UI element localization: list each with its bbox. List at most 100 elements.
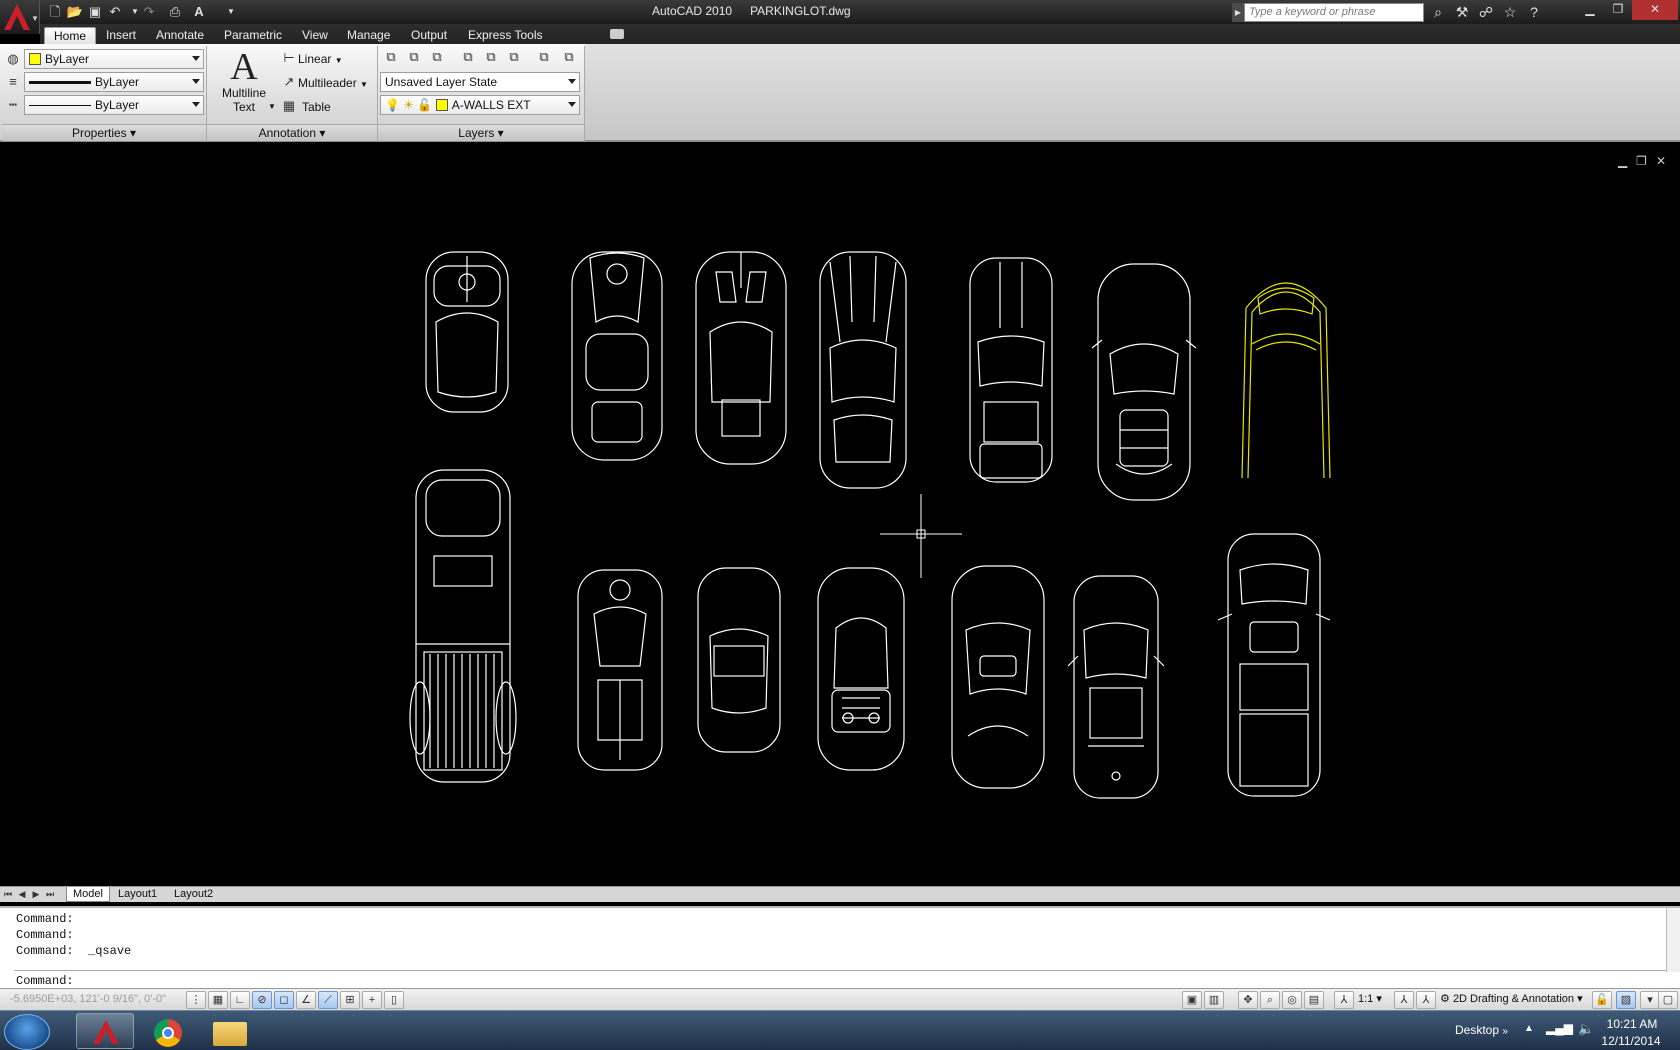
vehicle[interactable] (695, 251, 787, 465)
drawing-minimize-icon[interactable]: ▁ (1618, 154, 1627, 168)
vehicle[interactable] (425, 251, 509, 413)
layer-isolate-icon[interactable]: ⧉ (459, 48, 477, 66)
vehicle[interactable] (951, 565, 1045, 789)
dynamic-input-button[interactable]: ⊞ (340, 991, 360, 1009)
tab-annotate[interactable]: Annotate (147, 27, 213, 44)
layer-previous-icon[interactable]: ⧉ (428, 48, 446, 66)
pan-icon[interactable]: ✥ (1238, 991, 1258, 1009)
toolbar-lock-icon[interactable]: 🔓 (1592, 991, 1612, 1009)
vehicle[interactable] (697, 567, 781, 753)
taskbar-chrome-icon[interactable] (138, 1013, 196, 1049)
clean-screen-icon[interactable]: ▢ (1658, 991, 1678, 1009)
dynamic-ucs-button[interactable]: ⟋ (318, 991, 338, 1009)
vehicle[interactable] (1067, 575, 1165, 799)
favorites-star-icon[interactable]: ☆ (1500, 3, 1520, 22)
vehicle[interactable] (969, 257, 1053, 483)
new-file-icon[interactable]: 🗋 (46, 3, 64, 21)
tab-layout1[interactable]: Layout1 (112, 887, 163, 902)
layers-panel-title[interactable]: Layers ▾ (378, 124, 584, 141)
ortho-mode-button[interactable]: ∟ (230, 991, 250, 1009)
showmotion-icon[interactable]: ▤ (1304, 991, 1324, 1009)
annotation-scale[interactable]: 1:1 ▾ (1358, 992, 1382, 1005)
tab-layout2[interactable]: Layout2 (168, 887, 219, 902)
volume-icon[interactable]: 🔈 (1578, 1021, 1594, 1037)
model-space-button[interactable]: ▣ (1182, 991, 1202, 1009)
last-layout-icon[interactable]: ⏭ (44, 888, 56, 901)
auto-scale-icon[interactable]: ⅄ (1416, 991, 1436, 1009)
clock-date[interactable]: 12/11/2014 (1596, 1034, 1666, 1048)
plot-icon[interactable]: ⎙ (166, 3, 184, 21)
text-style-icon[interactable]: A (190, 3, 208, 21)
drawing-canvas[interactable]: ▁ ❐ ✕ (0, 148, 1680, 886)
table-button[interactable]: Table (302, 100, 331, 114)
desktop-toolbar[interactable]: Desktop » (1455, 1023, 1508, 1037)
help-icon[interactable]: ? (1524, 3, 1544, 22)
drawing-close-icon[interactable]: ✕ (1656, 154, 1666, 168)
multileader-button[interactable]: Multileader ▼ (298, 76, 368, 90)
layer-properties-icon[interactable]: ⧉ (382, 48, 400, 66)
open-file-icon[interactable]: 📂 (66, 3, 84, 21)
object-snap-tracking-button[interactable]: ∠ (296, 991, 316, 1009)
vehicle[interactable] (571, 251, 663, 461)
next-layout-icon[interactable]: ▶ (30, 888, 42, 901)
annotation-visibility-icon[interactable]: ⅄ (1394, 991, 1414, 1009)
search-input[interactable]: Type a keyword or phrase (1244, 3, 1424, 22)
layer-combo[interactable]: 💡 ☀ 🔓 A-WALLS EXT (380, 95, 580, 115)
layer-off-icon[interactable]: ⧉ (535, 48, 553, 66)
vehicle[interactable] (819, 251, 907, 489)
start-button[interactable] (4, 1014, 50, 1050)
command-history-scrollbar[interactable] (1666, 908, 1680, 972)
subscription-center-icon[interactable]: ⚒ (1452, 3, 1472, 22)
vehicle[interactable] (1217, 533, 1331, 797)
clock-time[interactable]: 10:21 AM (1602, 1017, 1662, 1031)
layer-unisolate-icon[interactable]: ⧉ (482, 48, 500, 66)
save-icon[interactable]: ▣ (86, 3, 104, 21)
vehicle[interactable] (817, 567, 905, 771)
zoom-icon[interactable]: ⌕ (1260, 991, 1280, 1009)
status-bar-menu-icon[interactable]: ▾ (1640, 991, 1660, 1009)
tray-expand-icon[interactable]: ▲ (1524, 1023, 1534, 1034)
tab-express-tools[interactable]: Express Tools (459, 27, 551, 44)
tab-model[interactable]: Model (66, 887, 110, 902)
linetype-combo[interactable]: ByLayer (24, 95, 204, 115)
layer-state-combo[interactable]: Unsaved Layer State (380, 72, 580, 92)
hardware-acceleration-icon[interactable]: ▨ (1616, 991, 1636, 1009)
close-window-button[interactable]: ✕ (1632, 0, 1678, 20)
make-current-layer-icon[interactable]: ⧉ (405, 48, 423, 66)
lineweight-combo[interactable]: ByLayer (24, 72, 204, 92)
network-signal-icon[interactable]: ▂▄▆ (1546, 1021, 1573, 1035)
snap-mode-button[interactable]: ⋮ (186, 991, 206, 1009)
tab-output[interactable]: Output (402, 27, 456, 44)
first-layout-icon[interactable]: ⏮ (2, 888, 14, 901)
taskbar-autocad-icon[interactable] (76, 1013, 134, 1049)
quick-properties-button[interactable]: ▯ (384, 991, 404, 1009)
linear-dimension-button[interactable]: Linear ▼ (298, 52, 343, 66)
multiline-text-button[interactable]: A Multiline Text (216, 48, 272, 122)
annotation-panel-title[interactable]: Annotation ▾ (207, 124, 377, 141)
search-expand-icon[interactable]: ▶ (1232, 3, 1244, 22)
cursor-coordinates[interactable]: -5.6950E+03, 121'-0 9/16", 0'-0" (10, 993, 166, 1005)
vehicle-selected[interactable] (1241, 282, 1331, 479)
search-icon[interactable]: ⌕ (1428, 3, 1448, 22)
vehicle[interactable] (1091, 263, 1197, 501)
vehicle-pickup-truck[interactable] (409, 469, 517, 783)
tab-view[interactable]: View (293, 27, 337, 44)
tab-insert[interactable]: Insert (97, 27, 145, 44)
tab-parametric[interactable]: Parametric (215, 27, 291, 44)
layer-lock-icon[interactable]: ⧉ (560, 48, 578, 66)
customize-qat-icon[interactable]: ▼ (222, 3, 240, 21)
redo-icon[interactable]: ↷ (140, 3, 158, 21)
minimize-window-button[interactable]: ▁ (1576, 0, 1604, 20)
tab-manage[interactable]: Manage (338, 27, 399, 44)
chevron-down-icon[interactable]: ▼ (268, 102, 276, 111)
properties-panel-title[interactable]: Properties ▾ (2, 124, 206, 141)
restore-window-button[interactable]: ❐ (1604, 0, 1632, 20)
ribbon-minimize-toggle[interactable] (610, 29, 624, 39)
color-combo[interactable]: ByLayer (24, 49, 204, 69)
quick-view-layouts-button[interactable]: ▥ (1204, 991, 1224, 1009)
vehicle[interactable] (577, 569, 663, 771)
annotation-scale-icon[interactable]: ⅄ (1334, 991, 1354, 1009)
layer-freeze-icon[interactable]: ⧉ (505, 48, 523, 66)
polar-tracking-button[interactable]: ⊘ (252, 991, 272, 1009)
object-snap-button[interactable]: ◻ (274, 991, 294, 1009)
